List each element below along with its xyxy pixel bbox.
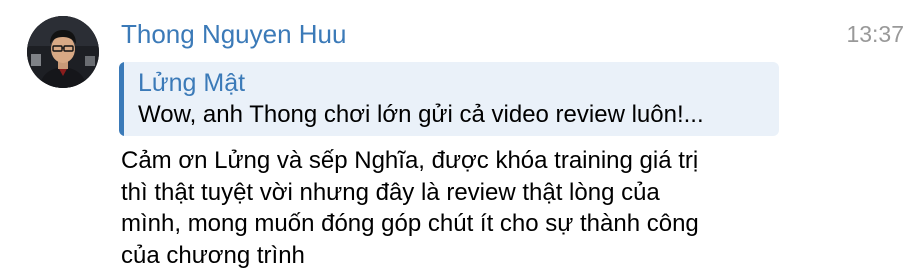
avatar[interactable]: [27, 16, 99, 88]
message-text: Cảm ơn Lửng và sếp Nghĩa, được khóa trai…: [121, 145, 861, 271]
reply-preview-text: Wow, anh Thong chơi lớn gửi cả video rev…: [138, 101, 704, 128]
message-timestamp: 13:37: [846, 21, 904, 47]
chat-message: Thong Nguyen Huu 13:37 Lửng Mật Wow, anh…: [0, 0, 918, 280]
reply-quote-bar: [119, 62, 124, 136]
reply-author: Lửng Mật: [138, 69, 246, 97]
sender-name[interactable]: Thong Nguyen Huu: [121, 17, 346, 51]
message-text-line: Cảm ơn Lửng và sếp Nghĩa, được khóa trai…: [121, 147, 699, 174]
message-text-line: mình, mong muốn đóng góp chút ít cho sự …: [121, 210, 699, 237]
message-text-line: của chương trình: [121, 241, 305, 269]
avatar-photo: [27, 16, 99, 88]
reply-quote[interactable]: Lửng Mật Wow, anh Thong chơi lớn gửi cả …: [119, 62, 779, 136]
message-text-line: thì thật tuyệt vời nhưng đây là review t…: [121, 178, 660, 206]
